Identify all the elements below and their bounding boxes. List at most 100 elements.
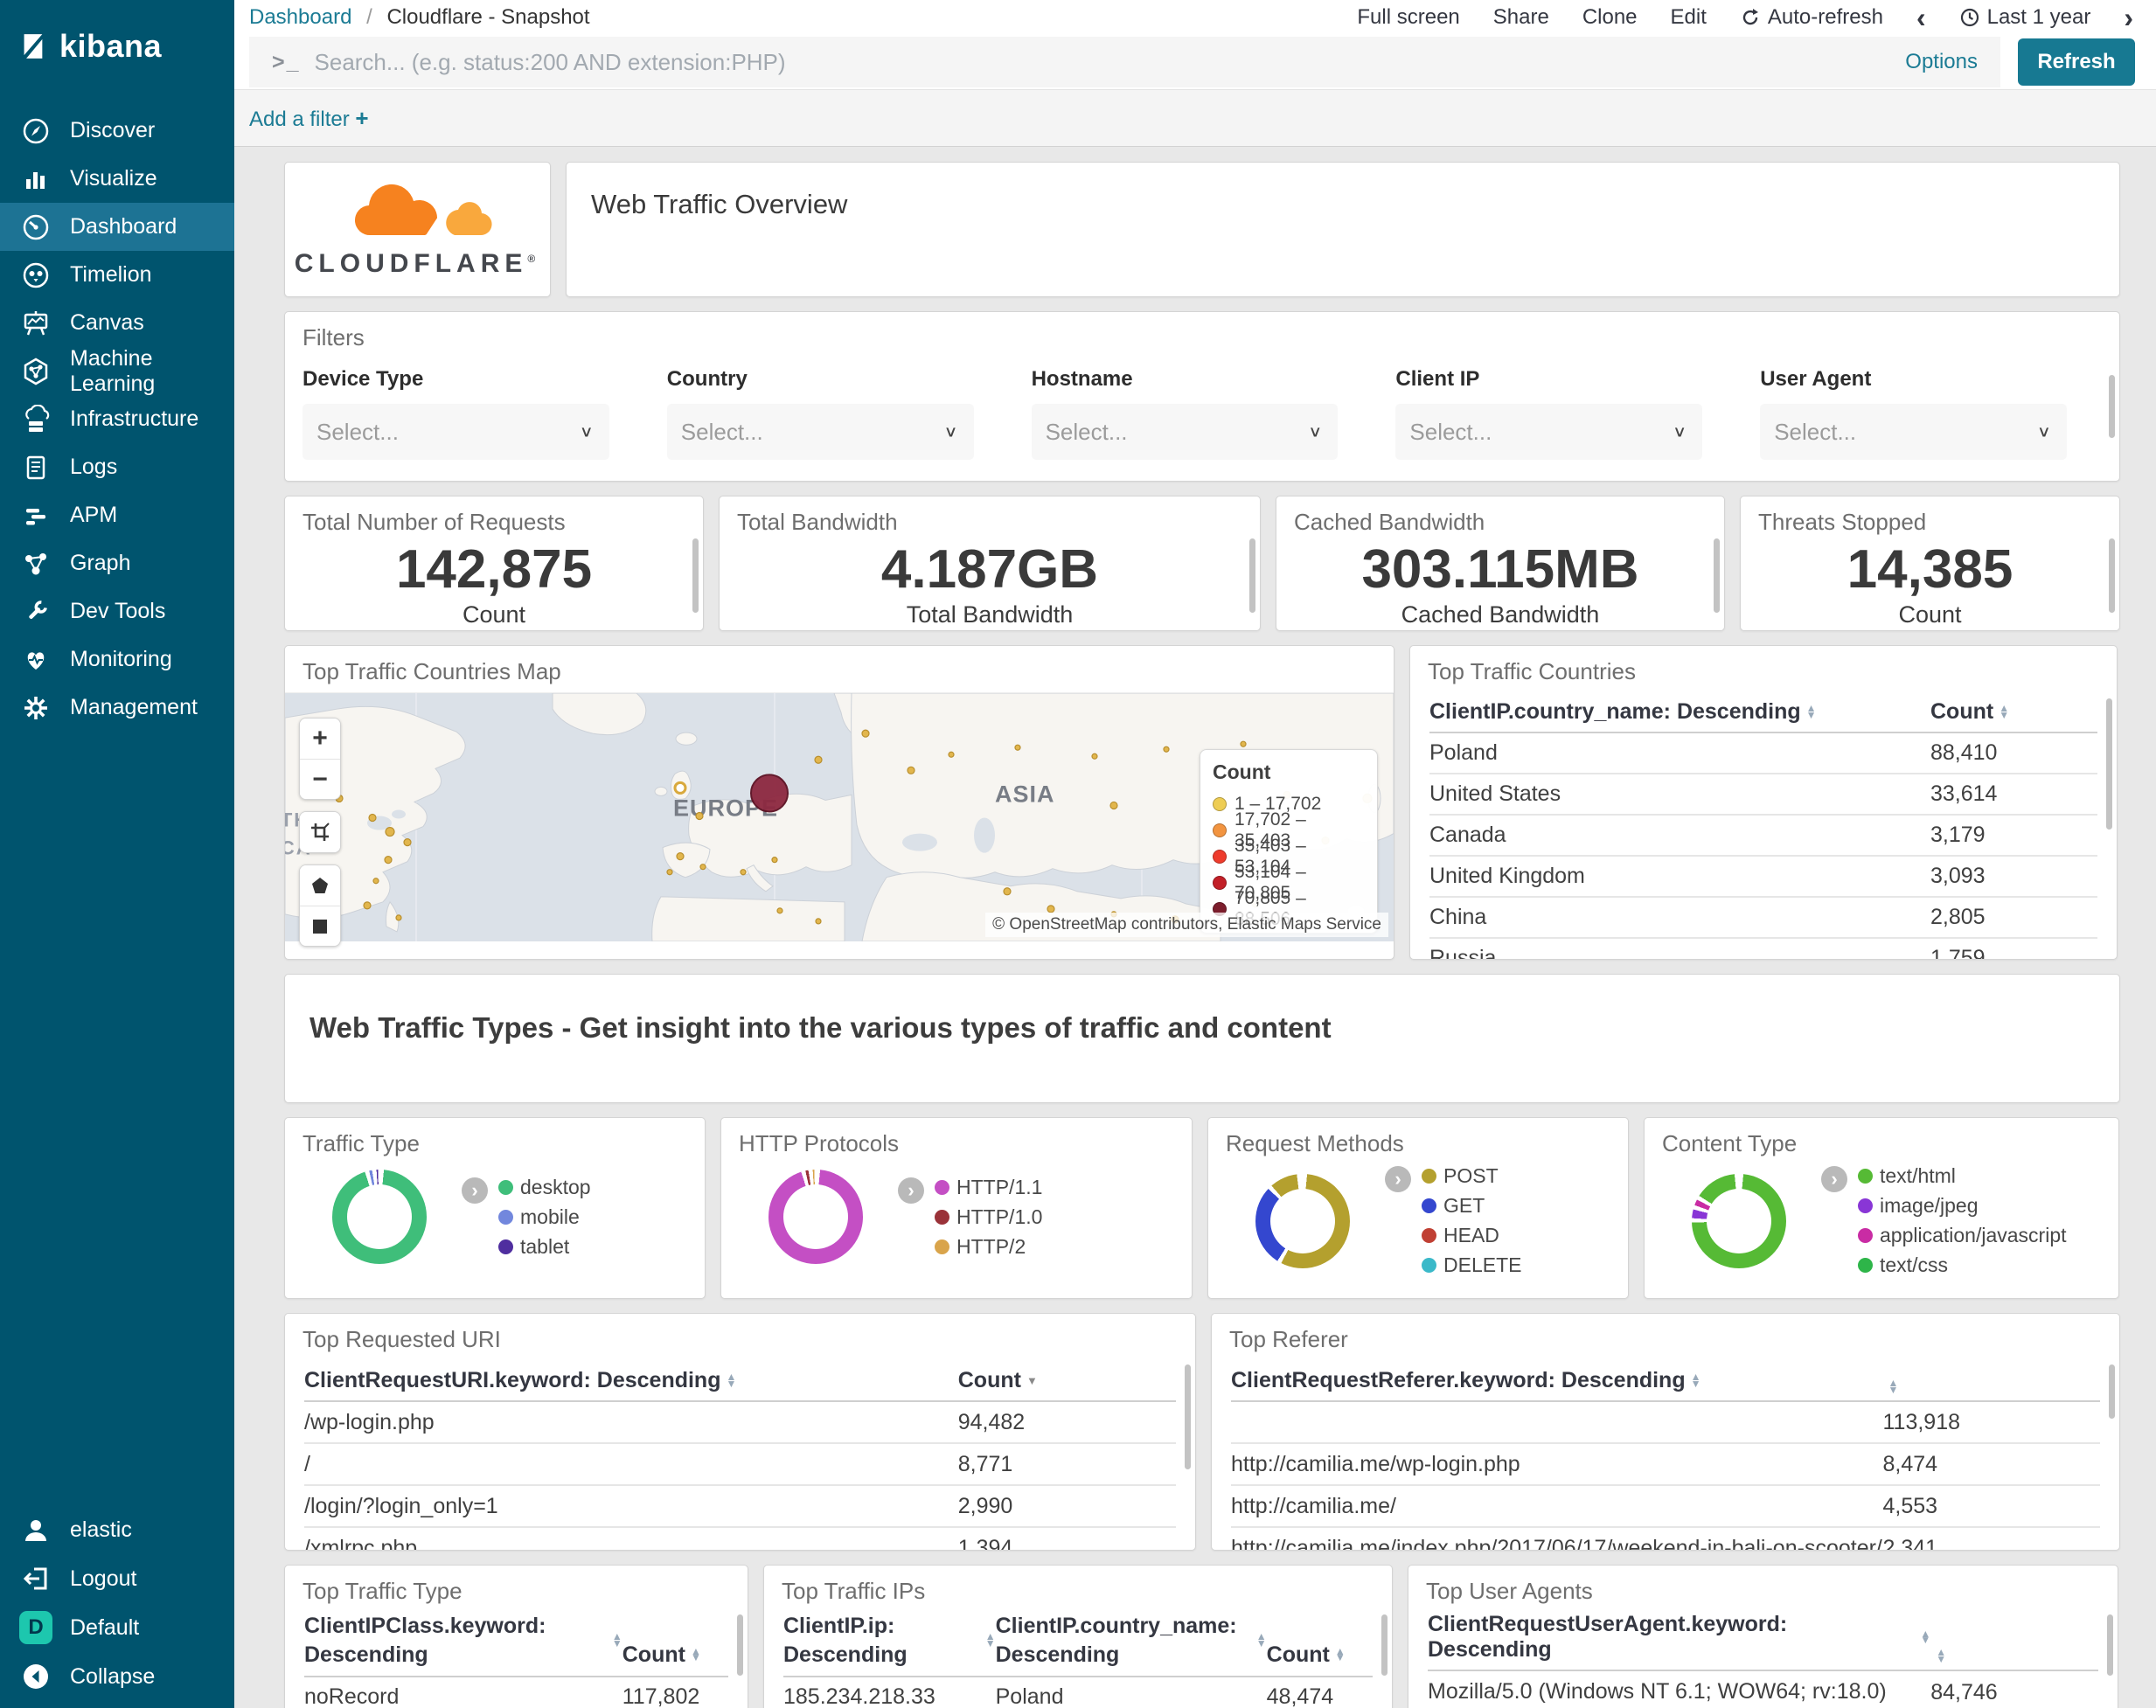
sidebar-item-space-default[interactable]: D Default	[0, 1603, 234, 1652]
zoom-out-button[interactable]: −	[300, 759, 340, 799]
share-button[interactable]: Share	[1493, 5, 1549, 30]
scrollbar[interactable]	[2109, 1364, 2115, 1419]
search-input[interactable]	[314, 48, 1885, 76]
metric-title: Total Bandwidth	[737, 509, 898, 535]
device-type-select[interactable]: Select... ∨	[303, 404, 609, 460]
column-header-referer[interactable]: ClientRequestReferer.keyword: Descending…	[1231, 1368, 1883, 1393]
scrollbar[interactable]	[692, 538, 699, 613]
scrollbar[interactable]	[1185, 1364, 1191, 1469]
legend-item[interactable]: desktop	[498, 1176, 591, 1199]
sidebar-item-management[interactable]: Management	[0, 684, 234, 732]
metric-value: 303.115MB	[1361, 539, 1639, 600]
sidebar-item-user[interactable]: elastic	[0, 1505, 234, 1554]
scrollbar[interactable]	[2106, 698, 2112, 830]
world-map[interactable]: NORTH AMERICA EUROPE ASIA	[285, 692, 1394, 947]
legend-item[interactable]: image/jpeg	[1858, 1194, 2067, 1218]
user-agent-select[interactable]: Select... ∨	[1760, 404, 2067, 460]
breadcrumb-dashboard-link[interactable]: Dashboard	[249, 5, 351, 29]
sidebar-item-logout[interactable]: Logout	[0, 1554, 234, 1603]
legend-expand-icon[interactable]: ›	[1385, 1166, 1411, 1192]
scrollbar[interactable]	[1249, 538, 1255, 613]
time-back-chevron[interactable]: ‹	[1916, 3, 1926, 31]
column-header-count[interactable]: Count ▼	[958, 1368, 1176, 1393]
traffic-type-donut-chart[interactable]	[332, 1170, 427, 1264]
edit-button[interactable]: Edit	[1671, 5, 1707, 30]
sidebar-item-machine-learning[interactable]: Machine Learning	[0, 346, 234, 396]
panel-title: Traffic Type	[303, 1130, 420, 1156]
scrollbar[interactable]	[1381, 1614, 1387, 1676]
options-link[interactable]: Options	[1905, 50, 1978, 74]
legend-item[interactable]: DELETE	[1422, 1253, 1521, 1277]
request-methods-donut-chart[interactable]	[1255, 1173, 1350, 1268]
sidebar-item-visualize[interactable]: Visualize	[0, 155, 234, 203]
sidebar-item-timelion[interactable]: Timelion	[0, 251, 234, 299]
legend-expand-icon[interactable]: ›	[1821, 1166, 1847, 1192]
time-forward-chevron[interactable]: ›	[2124, 3, 2133, 31]
draw-rectangle-button[interactable]	[300, 906, 340, 946]
full-screen-button[interactable]: Full screen	[1357, 5, 1459, 30]
client-ip-select[interactable]: Select... ∨	[1395, 404, 1703, 460]
breadcrumb-current: Cloudflare - Snapshot	[386, 5, 590, 29]
column-header-client-ip[interactable]: ClientIP.ip: Descending ▲ ▼	[783, 1612, 996, 1669]
scrollbar[interactable]	[2107, 1614, 2113, 1676]
filter-label: Hostname	[1031, 367, 1133, 391]
sidebar-item-infrastructure[interactable]: Infrastructure	[0, 395, 234, 443]
scrollbar[interactable]	[2109, 538, 2115, 613]
column-header-count[interactable]: ▲ ▼	[1883, 1378, 2101, 1395]
legend-item[interactable]: HTTP/2	[935, 1235, 1042, 1259]
add-filter-button[interactable]: Add a filter +	[249, 105, 369, 132]
legend-item[interactable]: POST	[1422, 1164, 1521, 1188]
column-header-ip-class[interactable]: ClientIPClass.keyword: Descending ▲ ▼	[304, 1612, 622, 1669]
scrollbar[interactable]	[1714, 538, 1720, 613]
draw-polygon-button[interactable]	[300, 865, 340, 906]
gauge-icon	[23, 214, 49, 240]
legend-item[interactable]: HEAD	[1422, 1224, 1521, 1247]
content-type-donut-chart[interactable]	[1692, 1173, 1786, 1268]
column-header-count[interactable]: Count ▲ ▼	[622, 1642, 728, 1669]
fit-bounds-button[interactable]	[300, 812, 340, 852]
legend-expand-icon[interactable]: ›	[462, 1177, 488, 1204]
clone-button[interactable]: Clone	[1582, 5, 1638, 30]
kibana-logo[interactable]: kibana	[0, 0, 234, 93]
zoom-in-button[interactable]: +	[300, 719, 340, 759]
sidebar-item-discover[interactable]: Discover	[0, 107, 234, 155]
sidebar-item-apm[interactable]: APM	[0, 491, 234, 539]
sidebar-item-collapse[interactable]: Collapse	[0, 1652, 234, 1701]
map-attribution[interactable]: © OpenStreetMap contributors, Elastic Ma…	[985, 913, 1388, 937]
column-header-uri[interactable]: ClientRequestURI.keyword: Descending ▲ ▼	[304, 1368, 958, 1393]
panel-title: Top Traffic Type	[303, 1578, 462, 1604]
column-header-count[interactable]: ▲ ▼	[1930, 1647, 2098, 1664]
legend-item[interactable]: mobile	[498, 1205, 591, 1229]
legend-item[interactable]: text/css	[1858, 1253, 2067, 1277]
sidebar-item-canvas[interactable]: Canvas	[0, 299, 234, 347]
traffic-map-panel: Top Traffic Countries Map EUROPE ASIA + …	[284, 645, 1394, 960]
hostname-select[interactable]: Select... ∨	[1031, 404, 1339, 460]
time-range-picker[interactable]: Last 1 year	[1959, 5, 2090, 30]
sidebar-item-dev-tools[interactable]: Dev Tools	[0, 587, 234, 635]
sidebar-item-graph[interactable]: Graph	[0, 539, 234, 587]
http-protocols-donut-chart[interactable]	[769, 1170, 863, 1264]
country-select[interactable]: Select... ∨	[666, 404, 974, 460]
search-box[interactable]: >_ Options	[249, 37, 2000, 87]
scrollbar[interactable]	[2109, 375, 2115, 438]
legend-item[interactable]: HTTP/1.0	[935, 1205, 1042, 1229]
poland-traffic-bubble[interactable]	[750, 774, 789, 813]
legend-item[interactable]: GET	[1422, 1194, 1521, 1218]
sidebar-item-logs[interactable]: Logs	[0, 443, 234, 491]
sidebar-item-dashboard[interactable]: Dashboard	[0, 203, 234, 251]
column-header-count[interactable]: Count ▲ ▼	[1930, 699, 2097, 725]
column-header-country[interactable]: ClientIP.country_name: Descending ▲ ▼	[1429, 699, 1930, 725]
refresh-button[interactable]: Refresh	[2018, 38, 2135, 86]
column-header-count[interactable]: Count ▲ ▼	[1267, 1642, 1373, 1669]
legend-item[interactable]: text/html	[1858, 1164, 2067, 1188]
column-header-country[interactable]: ClientIP.country_name: Descending ▲ ▼	[996, 1612, 1267, 1669]
legend-expand-icon[interactable]: ›	[898, 1177, 924, 1204]
sidebar-item-monitoring[interactable]: Monitoring	[0, 635, 234, 684]
scrollbar[interactable]	[737, 1614, 743, 1676]
legend-item[interactable]: HTTP/1.1	[935, 1176, 1042, 1199]
legend-item[interactable]: application/javascript	[1858, 1224, 2067, 1247]
auto-refresh-button[interactable]: Auto-refresh	[1740, 5, 1883, 30]
legend-item[interactable]: tablet	[498, 1235, 591, 1259]
filter-hostname: Hostname Select... ∨	[1031, 367, 1339, 460]
column-header-user-agent[interactable]: ClientRequestUserAgent.keyword: Descendi…	[1428, 1612, 1930, 1663]
